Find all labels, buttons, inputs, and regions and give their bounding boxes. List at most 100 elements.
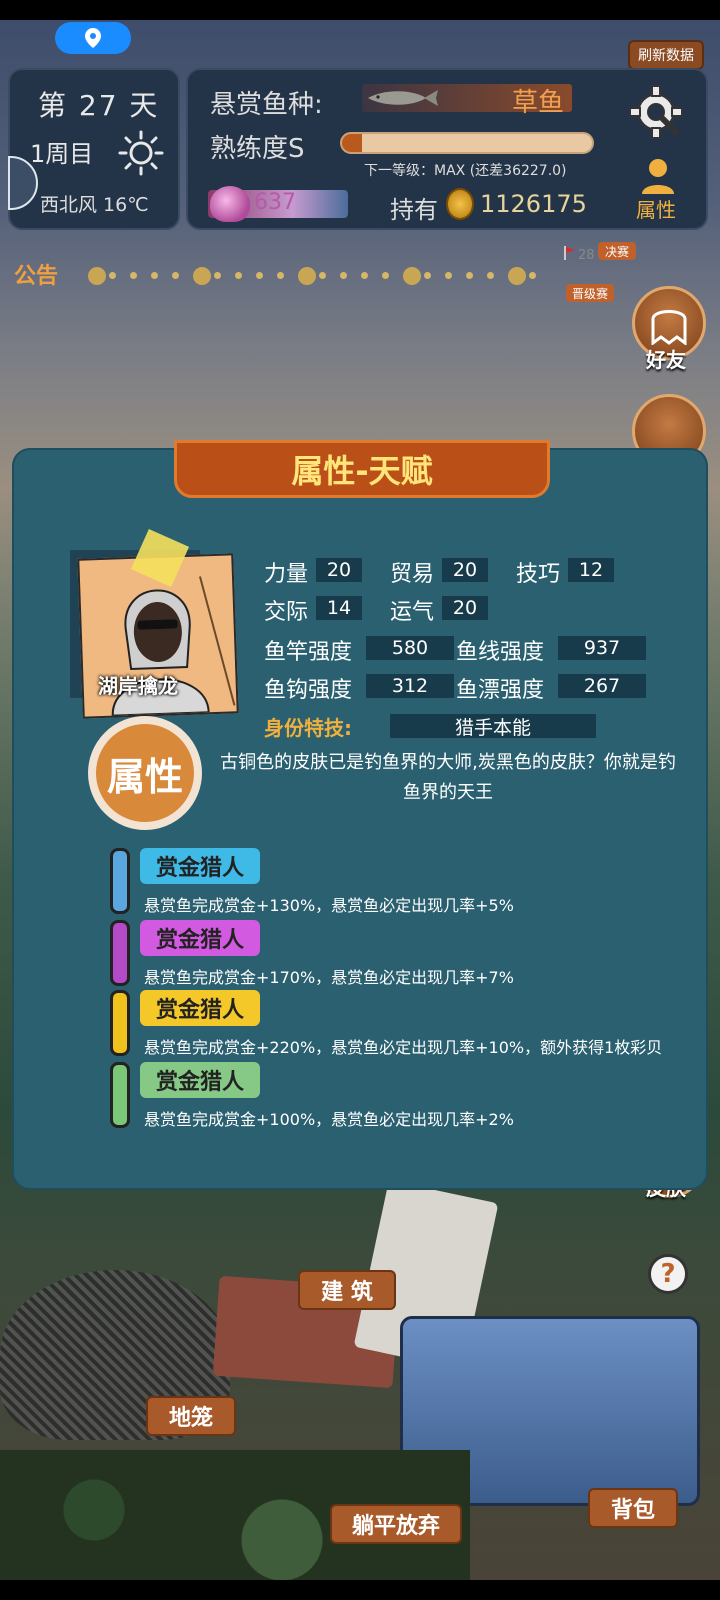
progress-dot xyxy=(424,272,431,279)
progress-dot xyxy=(361,272,368,279)
rod-strength-value: 580 xyxy=(366,636,454,660)
progress-dot xyxy=(487,272,494,279)
fish-cage-button[interactable]: 地笼 xyxy=(146,1396,236,1436)
rod-strength-label: 鱼竿强度 xyxy=(264,640,353,665)
line-strength-value: 937 xyxy=(558,636,646,660)
game-scene: 刷新数据 第 27 天 1周目 西北风 16℃ 悬赏鱼种: 草鱼 熟练度S 下一… xyxy=(0,20,720,1580)
progress-dot xyxy=(445,272,452,279)
ghost-icon xyxy=(651,310,687,345)
talent-rarity-bar xyxy=(110,1062,130,1128)
attribute-badge-label: 属性 xyxy=(106,754,183,799)
gold-count: 1126175 xyxy=(480,190,587,218)
hook-strength-label: 鱼钩强度 xyxy=(264,678,353,703)
talent-name: 赏金猎人 xyxy=(140,920,260,956)
talent-name: 赏金猎人 xyxy=(140,848,260,884)
talent-rarity-bar xyxy=(110,920,130,986)
social-value: 14 xyxy=(316,596,362,620)
notice-label[interactable]: 公告 xyxy=(14,258,58,290)
proficiency-progress xyxy=(340,132,594,154)
progress-dot xyxy=(382,272,389,279)
talent-name: 赏金猎人 xyxy=(140,1062,260,1098)
progress-dot xyxy=(256,272,263,279)
line-strength-label: 鱼线强度 xyxy=(456,640,545,665)
flag-icon xyxy=(564,246,575,260)
final-badge: 决赛 xyxy=(598,242,636,260)
progress-dot xyxy=(529,272,536,279)
location-pin-icon xyxy=(85,28,101,48)
friends-label[interactable]: 好友 xyxy=(646,344,686,373)
talent-description: 悬赏鱼完成赏金+170%，悬赏鱼必定出现几率+7% xyxy=(144,968,514,987)
settings-gear-icon[interactable] xyxy=(628,84,684,140)
trade-label: 贸易 xyxy=(390,562,435,587)
milestone-dot xyxy=(508,267,526,285)
backpack-button[interactable]: 背包 xyxy=(588,1488,678,1528)
refresh-data-button[interactable]: 刷新数据 xyxy=(628,40,704,70)
milestone-dot xyxy=(88,267,106,285)
bounty-card: 悬赏鱼种: 草鱼 熟练度S 下一等级：MAX (还差36227.0) 637 持… xyxy=(186,68,708,230)
attribute-button-label[interactable]: 属性 xyxy=(636,194,676,223)
nav-bar xyxy=(0,1580,720,1600)
status-bar xyxy=(0,0,720,20)
trade-value: 20 xyxy=(442,558,488,582)
attribute-talent-modal: 属性-天赋 湖岸擒龙 力量 20 贸易 20 技巧 12 交际 14 运气 20… xyxy=(12,440,708,1190)
milestone-dot xyxy=(193,267,211,285)
talent-description: 悬赏鱼完成赏金+220%，悬赏鱼必定出现几率+10%，额外获得1枚彩贝 xyxy=(144,1038,663,1057)
talent-name: 赏金猎人 xyxy=(140,990,260,1026)
tournament-progress-track xyxy=(88,267,568,285)
progress-dot xyxy=(277,272,284,279)
modal-title: 属性-天赋 xyxy=(291,452,433,490)
hold-label: 持有 xyxy=(390,196,438,224)
promotion-badge: 晋级赛 xyxy=(566,284,614,302)
progress-dot xyxy=(466,272,473,279)
float-strength-label: 鱼漂强度 xyxy=(456,678,545,703)
character-description: 古铜色的皮肤已是钓鱼界的大师,炭黑色的皮肤？你就是钓鱼界的天王 xyxy=(220,752,676,803)
strength-label: 力量 xyxy=(264,562,309,587)
identity-skill-label: 身份特技: xyxy=(264,716,352,740)
progress-dot xyxy=(109,272,116,279)
shell-gem-icon xyxy=(210,186,250,222)
modal-title-bar: 属性-天赋 xyxy=(174,440,550,498)
avatar-name: 湖岸擒龙 xyxy=(98,674,178,698)
hook-strength-value: 312 xyxy=(366,674,454,698)
bounty-fish-name: 草鱼 xyxy=(512,88,565,118)
progress-dot xyxy=(151,272,158,279)
location-button[interactable] xyxy=(55,22,131,54)
identity-skill-value: 猎手本能 xyxy=(390,714,596,739)
gem-count: 637 xyxy=(254,190,296,215)
build-button[interactable]: 建 筑 xyxy=(298,1270,396,1310)
progress-dot xyxy=(235,272,242,279)
social-label: 交际 xyxy=(264,600,309,625)
progress-dot xyxy=(130,272,137,279)
strength-value: 20 xyxy=(316,558,362,582)
fish-icon xyxy=(368,90,438,106)
progress-dot xyxy=(214,272,221,279)
bounty-fish-label: 悬赏鱼种: xyxy=(210,90,323,120)
technique-label: 技巧 xyxy=(516,562,561,587)
next-level-text: 下一等级：MAX (还差36227.0) xyxy=(364,163,567,179)
cycle-label: 1周目 xyxy=(30,140,94,168)
luck-value: 20 xyxy=(442,596,488,620)
proficiency-label: 熟练度S xyxy=(210,134,305,164)
talent-rarity-bar xyxy=(110,990,130,1056)
milestone-dot xyxy=(403,267,421,285)
progress-dot xyxy=(172,272,179,279)
day-counter: 第 27 天 xyxy=(38,89,160,122)
help-button[interactable]: ? xyxy=(648,1254,688,1294)
technique-value: 12 xyxy=(568,558,614,582)
milestone-dot xyxy=(298,267,316,285)
day-card: 第 27 天 1周目 西北风 16℃ xyxy=(8,68,180,230)
talent-rarity-bar xyxy=(110,848,130,914)
attribute-badge: 属性 xyxy=(88,716,202,830)
talent-description: 悬赏鱼完成赏金+130%，悬赏鱼必定出现几率+5% xyxy=(144,896,514,915)
luck-label: 运气 xyxy=(390,600,435,625)
person-icon[interactable] xyxy=(638,156,678,196)
coin-icon xyxy=(446,188,474,220)
talent-description: 悬赏鱼完成赏金+100%，悬赏鱼必定出现几率+2% xyxy=(144,1110,514,1129)
progress-dot xyxy=(319,272,326,279)
proficiency-progress-fill xyxy=(342,134,362,152)
weather-text: 西北风 16℃ xyxy=(40,194,149,216)
float-strength-value: 267 xyxy=(558,674,646,698)
sun-icon xyxy=(118,130,164,176)
give-up-button[interactable]: 躺平放弃 xyxy=(330,1504,462,1544)
tournament-position: 28 xyxy=(578,248,595,263)
